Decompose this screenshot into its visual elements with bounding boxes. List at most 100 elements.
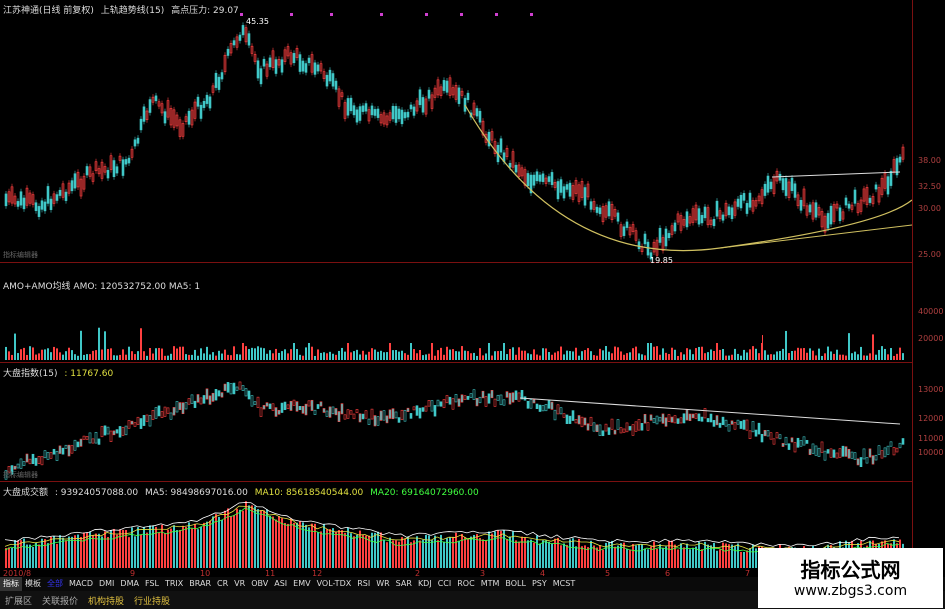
tab-3[interactable]: MACD (66, 577, 96, 591)
index-candle (118, 426, 122, 438)
tab-4[interactable]: DMI (96, 577, 117, 591)
index-candle (493, 398, 497, 407)
index-candle (322, 408, 326, 413)
tab-17[interactable]: SAR (393, 577, 415, 591)
tab-2[interactable]: 全部 (44, 577, 66, 591)
price-candle (712, 218, 716, 227)
tab-14[interactable]: VOL-TDX (314, 577, 355, 591)
index-candle (499, 394, 503, 406)
turnover-bar (209, 520, 211, 568)
amount-bar (314, 355, 316, 360)
amount-bar (521, 350, 523, 360)
turnover-bar (131, 527, 133, 568)
price-candle (259, 68, 263, 85)
price-candle (304, 63, 308, 73)
index-candle (433, 405, 437, 417)
tab-23[interactable]: PSY (529, 577, 550, 591)
bottom-tab-0[interactable]: 扩展区 (0, 594, 37, 607)
price-candle (457, 87, 461, 104)
amount-bar (251, 347, 253, 360)
amount-bar (863, 355, 865, 360)
tab-24[interactable]: MCST (550, 577, 578, 591)
amount-bar (161, 348, 163, 360)
amount-bar (227, 354, 229, 360)
tab-8[interactable]: BRAR (186, 577, 214, 591)
index-candle (319, 401, 323, 407)
turnover-bar (167, 529, 169, 568)
price-candle (373, 109, 377, 116)
price-candle (556, 181, 560, 200)
tab-16[interactable]: WR (373, 577, 392, 591)
index-candle (832, 449, 836, 458)
tab-22[interactable]: BOLL (502, 577, 529, 591)
tab-6[interactable]: FSL (142, 577, 162, 591)
amount-bar (47, 348, 49, 360)
tab-11[interactable]: OBV (248, 577, 271, 591)
turnover-bar (587, 547, 589, 568)
index-candle (163, 406, 167, 417)
index-candle (331, 406, 335, 415)
amount-bar (551, 354, 553, 360)
index-candle (643, 413, 647, 424)
price-candle (232, 40, 236, 46)
index-candle (13, 465, 17, 470)
index-candle (829, 448, 833, 458)
amount-bar (248, 349, 250, 360)
bottom-tab-2[interactable]: 机构持股 (83, 594, 129, 607)
tab-5[interactable]: DMA (117, 577, 142, 591)
index-candle (235, 386, 239, 391)
index-candle (193, 400, 197, 408)
amount-bar (44, 349, 46, 360)
index-candle (208, 395, 212, 405)
index-candle (421, 407, 425, 412)
amount-bar (809, 348, 811, 360)
tab-10[interactable]: VR (231, 577, 248, 591)
amount-bar (797, 347, 799, 360)
index-candle (787, 443, 791, 450)
amount-bar (62, 354, 64, 360)
amount-bar (395, 350, 397, 360)
price-candle (763, 183, 767, 196)
amount-bar (734, 348, 736, 360)
index-candle (637, 419, 641, 431)
price-candle (730, 207, 734, 219)
tab-20[interactable]: ROC (454, 577, 477, 591)
tab-18[interactable]: KDJ (415, 577, 435, 591)
tab-12[interactable]: ASI (271, 577, 290, 591)
amount-bar (41, 349, 43, 360)
amount-bar (146, 355, 148, 360)
tab-19[interactable]: CCI (435, 577, 455, 591)
bottom-tab-1[interactable]: 关联报价 (37, 594, 83, 607)
price-candle (355, 109, 359, 123)
tab-0[interactable]: 指标 (0, 577, 22, 591)
tab-13[interactable]: EMV (290, 577, 313, 591)
turnover-bar (224, 510, 226, 568)
amount-bar (668, 354, 670, 360)
amount-bar (836, 349, 838, 360)
index-candle (526, 400, 530, 409)
turnover-bar (281, 518, 283, 568)
event-marker (290, 13, 293, 16)
tab-21[interactable]: MTM (478, 577, 503, 591)
turnover-bar (401, 537, 403, 568)
index-candle (184, 402, 188, 410)
index-candle (451, 398, 455, 410)
turnover-bar (614, 546, 616, 568)
amount-bar (368, 351, 370, 360)
price-candle (559, 179, 563, 193)
bottom-tab-3[interactable]: 行业持股 (129, 594, 175, 607)
index-candle (655, 415, 659, 425)
amount-bar (800, 348, 802, 360)
tab-9[interactable]: CR (214, 577, 231, 591)
turnover-bar (728, 544, 730, 568)
index-candle (391, 408, 395, 420)
turnover-bar (314, 523, 316, 568)
index-candle (760, 433, 764, 443)
index-candle (709, 413, 713, 423)
tab-15[interactable]: RSI (354, 577, 373, 591)
tab-1[interactable]: 模板 (22, 577, 44, 591)
turnover-bar (338, 530, 340, 568)
index-candle (589, 416, 593, 426)
price-candle (331, 73, 335, 87)
tab-7[interactable]: TRIX (162, 577, 186, 591)
